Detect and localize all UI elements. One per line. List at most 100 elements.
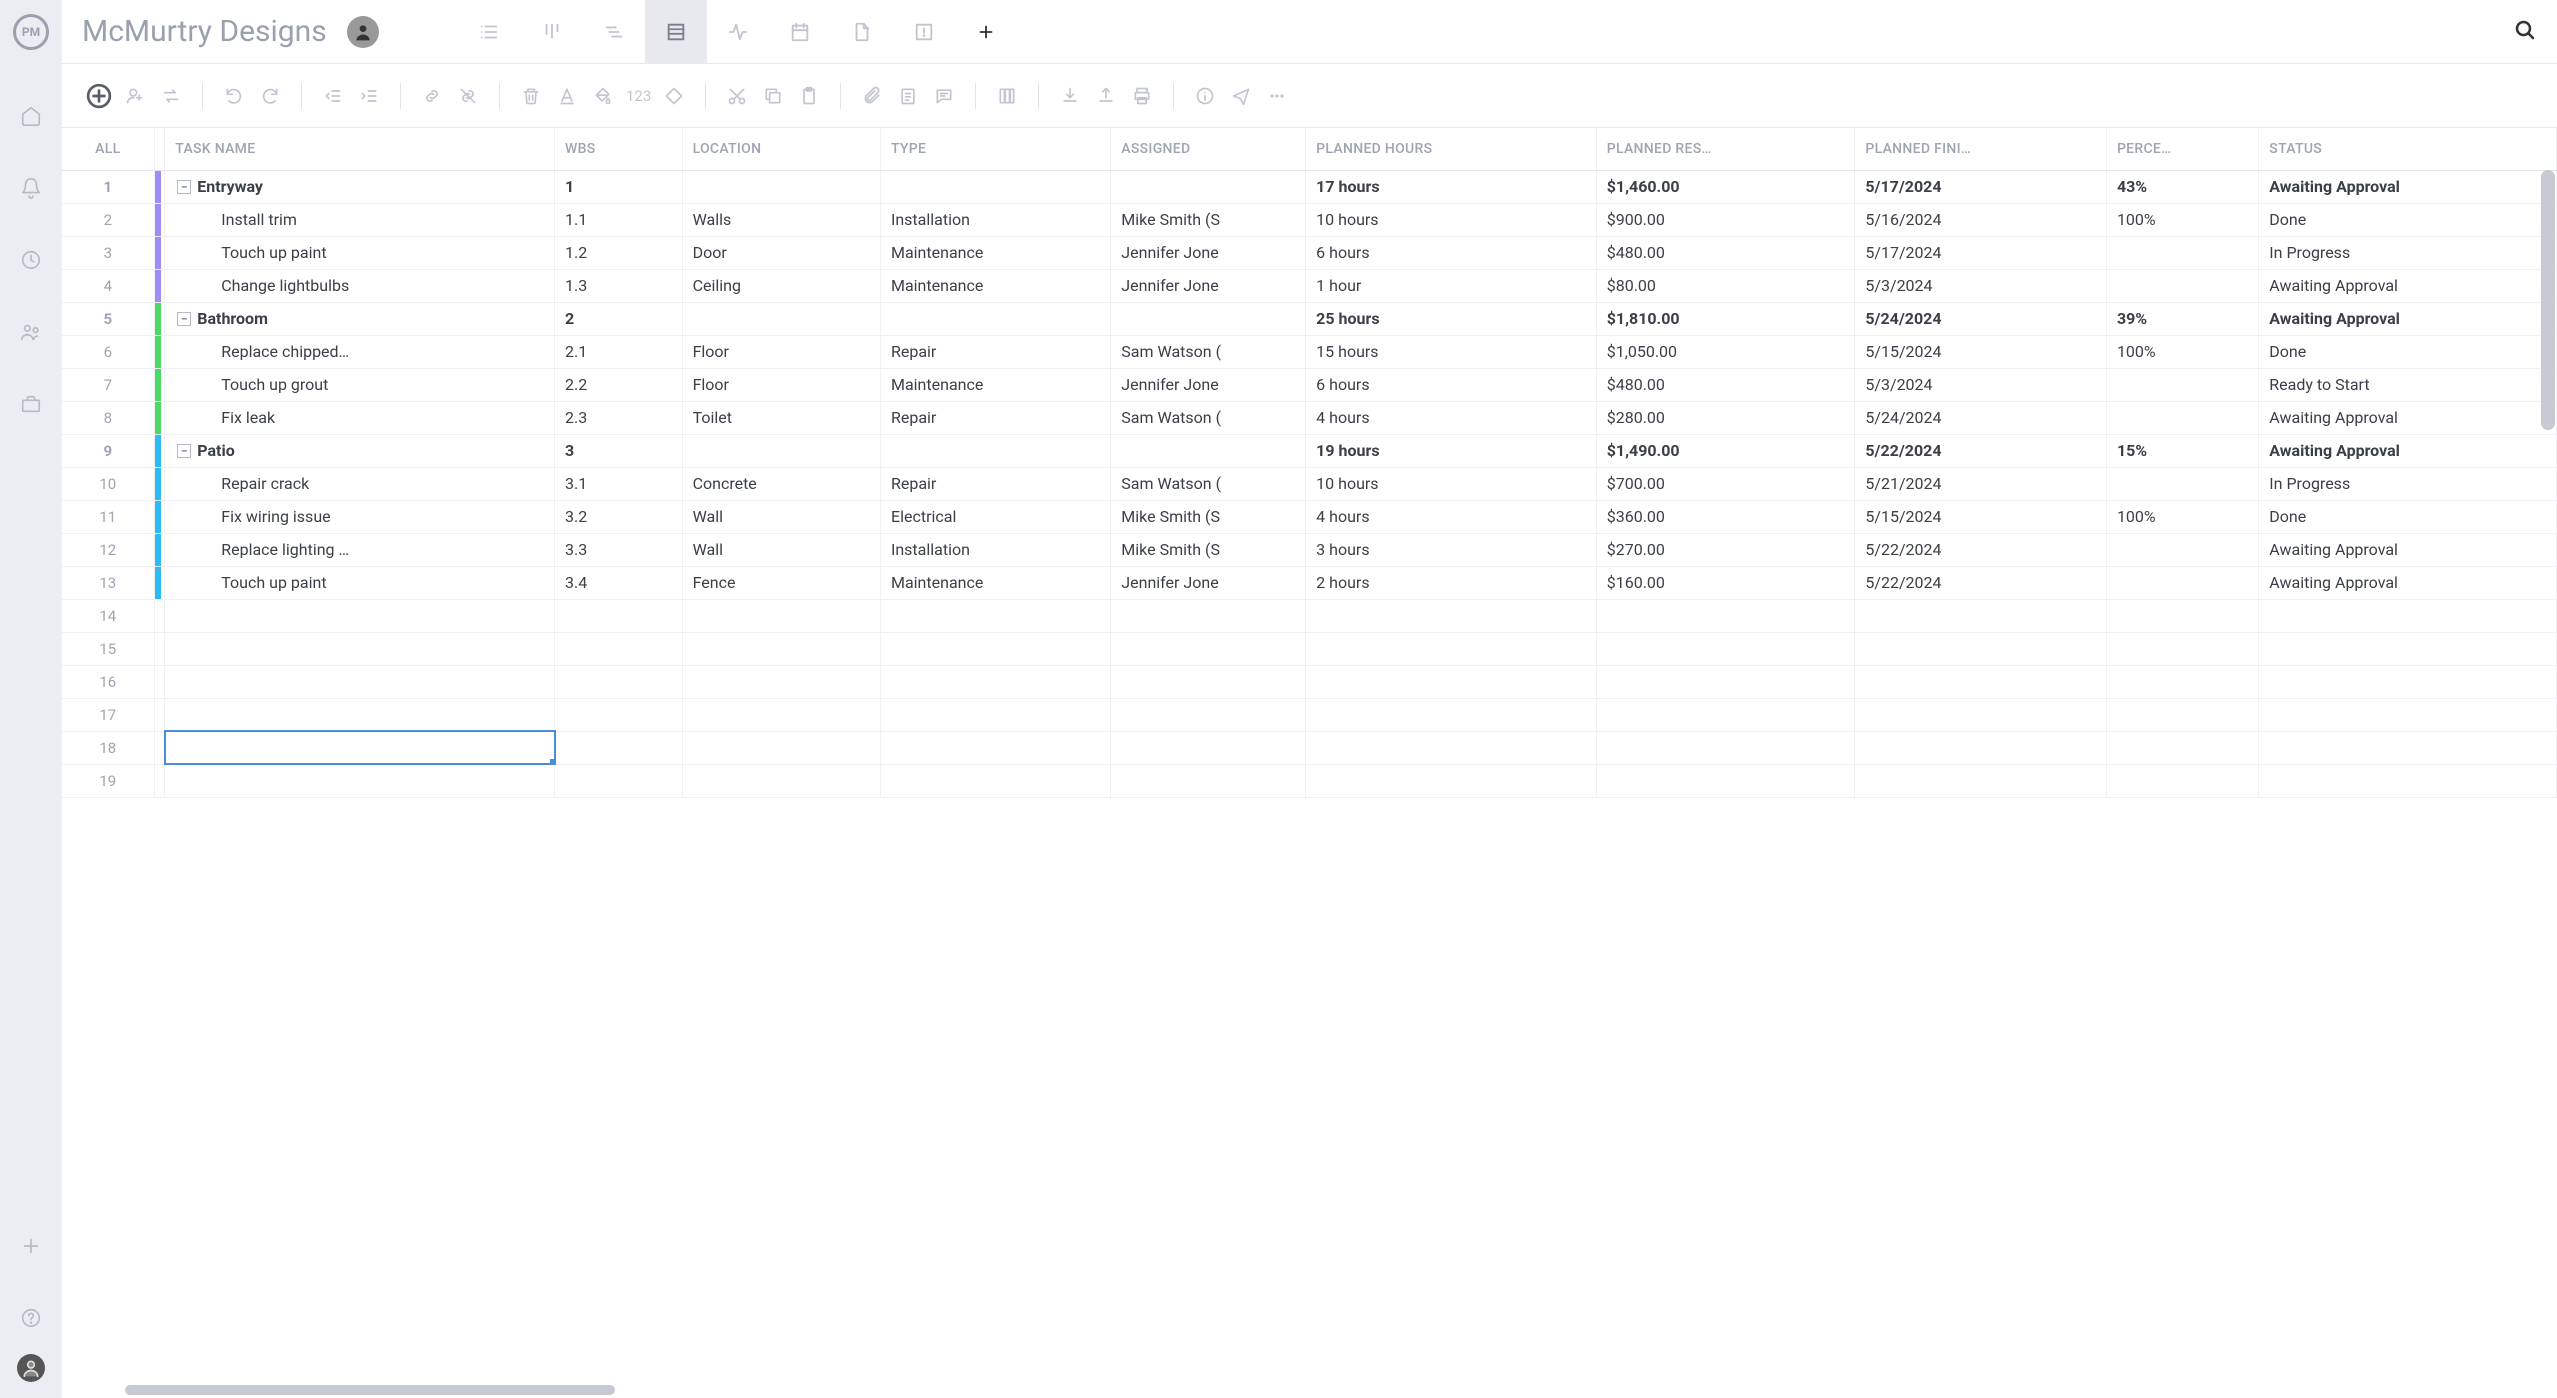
info-icon[interactable] — [1190, 81, 1220, 111]
row-number[interactable]: 9 — [62, 434, 154, 467]
cell-planned-hours[interactable]: 10 hours — [1306, 467, 1597, 500]
col-percent[interactable]: PERCE… — [2106, 128, 2258, 170]
empty-row[interactable]: 17 — [62, 698, 2557, 731]
cell-planned-resource[interactable]: $700.00 — [1596, 467, 1855, 500]
row-number[interactable]: 7 — [62, 368, 154, 401]
cell-assigned[interactable]: Jennifer Jone — [1111, 368, 1306, 401]
cell-planned-hours[interactable]: 1 hour — [1306, 269, 1597, 302]
cell-assigned[interactable]: Jennifer Jone — [1111, 269, 1306, 302]
redo-icon[interactable] — [255, 81, 285, 111]
assign-icon[interactable] — [120, 81, 150, 111]
task-row[interactable]: 6Replace chipped…2.1FloorRepairSam Watso… — [62, 335, 2557, 368]
cell-type[interactable]: Maintenance — [880, 368, 1110, 401]
cell-percent[interactable] — [2106, 467, 2258, 500]
cell-type[interactable]: Repair — [880, 401, 1110, 434]
view-board-icon[interactable] — [521, 0, 583, 64]
task-row[interactable]: 13Touch up paint3.4FenceMaintenanceJenni… — [62, 566, 2557, 599]
task-row[interactable]: 8Fix leak2.3ToiletRepairSam Watson (4 ho… — [62, 401, 2557, 434]
cell-status[interactable]: Awaiting Approval — [2259, 434, 2557, 467]
cell-task-name[interactable] — [165, 698, 555, 731]
cell-wbs[interactable]: 2.1 — [555, 335, 683, 368]
cell-task-name[interactable]: Touch up grout — [165, 368, 555, 401]
task-row[interactable]: 2Install trim1.1WallsInstallationMike Sm… — [62, 203, 2557, 236]
cell-planned-resource[interactable]: $360.00 — [1596, 500, 1855, 533]
cell-task-name[interactable]: Replace chipped… — [165, 335, 555, 368]
view-sheet-icon[interactable] — [645, 0, 707, 64]
cell-type[interactable] — [880, 170, 1110, 203]
view-list-icon[interactable] — [459, 0, 521, 64]
col-type[interactable]: TYPE — [880, 128, 1110, 170]
cell-status[interactable]: Done — [2259, 203, 2557, 236]
cell-type[interactable]: Maintenance — [880, 269, 1110, 302]
task-row[interactable]: 12Replace lighting …3.3WallInstallationM… — [62, 533, 2557, 566]
row-number[interactable]: 12 — [62, 533, 154, 566]
row-number[interactable]: 10 — [62, 467, 154, 500]
cell-percent[interactable]: 39% — [2106, 302, 2258, 335]
row-number[interactable]: 14 — [62, 599, 154, 632]
cell-planned-finish[interactable]: 5/15/2024 — [1855, 335, 2107, 368]
view-add-icon[interactable] — [955, 0, 1017, 64]
empty-row[interactable]: 14 — [62, 599, 2557, 632]
empty-row[interactable]: 15 — [62, 632, 2557, 665]
selection-handle[interactable] — [550, 759, 555, 764]
horizontal-scrollbar-thumb[interactable] — [125, 1385, 615, 1395]
cell-wbs[interactable]: 2 — [555, 302, 683, 335]
cell-planned-resource[interactable]: $900.00 — [1596, 203, 1855, 236]
cell-planned-hours[interactable]: 2 hours — [1306, 566, 1597, 599]
cell-status[interactable]: Awaiting Approval — [2259, 566, 2557, 599]
task-row[interactable]: 10Repair crack3.1ConcreteRepairSam Watso… — [62, 467, 2557, 500]
trash-icon[interactable] — [516, 81, 546, 111]
task-row[interactable]: 4Change lightbulbs1.3CeilingMaintenanceJ… — [62, 269, 2557, 302]
cell-wbs[interactable]: 1.1 — [555, 203, 683, 236]
cell-planned-hours[interactable]: 3 hours — [1306, 533, 1597, 566]
cell-task-name[interactable]: Touch up paint — [165, 566, 555, 599]
row-number[interactable]: 2 — [62, 203, 154, 236]
cell-planned-hours[interactable]: 4 hours — [1306, 401, 1597, 434]
add-task-button[interactable] — [84, 81, 114, 111]
people-icon[interactable] — [17, 318, 45, 346]
row-number[interactable]: 15 — [62, 632, 154, 665]
print-icon[interactable] — [1127, 81, 1157, 111]
cell-wbs[interactable]: 3.2 — [555, 500, 683, 533]
cell-wbs[interactable]: 3.4 — [555, 566, 683, 599]
vertical-scrollbar[interactable] — [2541, 170, 2555, 430]
view-activity-icon[interactable] — [707, 0, 769, 64]
col-status[interactable]: STATUS — [2259, 128, 2557, 170]
cell-wbs[interactable]: 1 — [555, 170, 683, 203]
cell-percent[interactable]: 15% — [2106, 434, 2258, 467]
cell-status[interactable]: Done — [2259, 500, 2557, 533]
cell-assigned[interactable]: Jennifer Jone — [1111, 236, 1306, 269]
cell-assigned[interactable]: Jennifer Jone — [1111, 566, 1306, 599]
cell-planned-finish[interactable]: 5/16/2024 — [1855, 203, 2107, 236]
row-number[interactable]: 19 — [62, 764, 154, 797]
cell-planned-finish[interactable]: 5/3/2024 — [1855, 368, 2107, 401]
cell-type[interactable]: Repair — [880, 467, 1110, 500]
cell-percent[interactable] — [2106, 269, 2258, 302]
cell-assigned[interactable] — [1111, 302, 1306, 335]
col-task[interactable]: TASK NAME — [165, 128, 555, 170]
cell-planned-hours[interactable]: 15 hours — [1306, 335, 1597, 368]
cell-status[interactable]: Awaiting Approval — [2259, 170, 2557, 203]
columns-icon[interactable] — [992, 81, 1022, 111]
outdent-icon[interactable] — [318, 81, 348, 111]
cell-location[interactable] — [682, 302, 880, 335]
cell-planned-resource[interactable]: $280.00 — [1596, 401, 1855, 434]
cell-task-name[interactable]: −Patio — [165, 434, 555, 467]
cell-location[interactable]: Fence — [682, 566, 880, 599]
paste-icon[interactable] — [794, 81, 824, 111]
cell-percent[interactable] — [2106, 236, 2258, 269]
cell-planned-resource[interactable]: $1,810.00 — [1596, 302, 1855, 335]
cell-percent[interactable] — [2106, 566, 2258, 599]
cell-wbs[interactable]: 1.3 — [555, 269, 683, 302]
task-row[interactable]: 7Touch up grout2.2FloorMaintenanceJennif… — [62, 368, 2557, 401]
col-location[interactable]: LOCATION — [682, 128, 880, 170]
diamond-icon[interactable] — [659, 81, 689, 111]
cell-task-name[interactable] — [165, 665, 555, 698]
cell-wbs[interactable]: 1.2 — [555, 236, 683, 269]
bell-icon[interactable] — [17, 174, 45, 202]
cell-assigned[interactable]: Mike Smith (S — [1111, 533, 1306, 566]
col-planned-resource[interactable]: PLANNED RES… — [1596, 128, 1855, 170]
view-risk-icon[interactable] — [893, 0, 955, 64]
cell-status[interactable]: In Progress — [2259, 236, 2557, 269]
empty-row[interactable]: 19 — [62, 764, 2557, 797]
